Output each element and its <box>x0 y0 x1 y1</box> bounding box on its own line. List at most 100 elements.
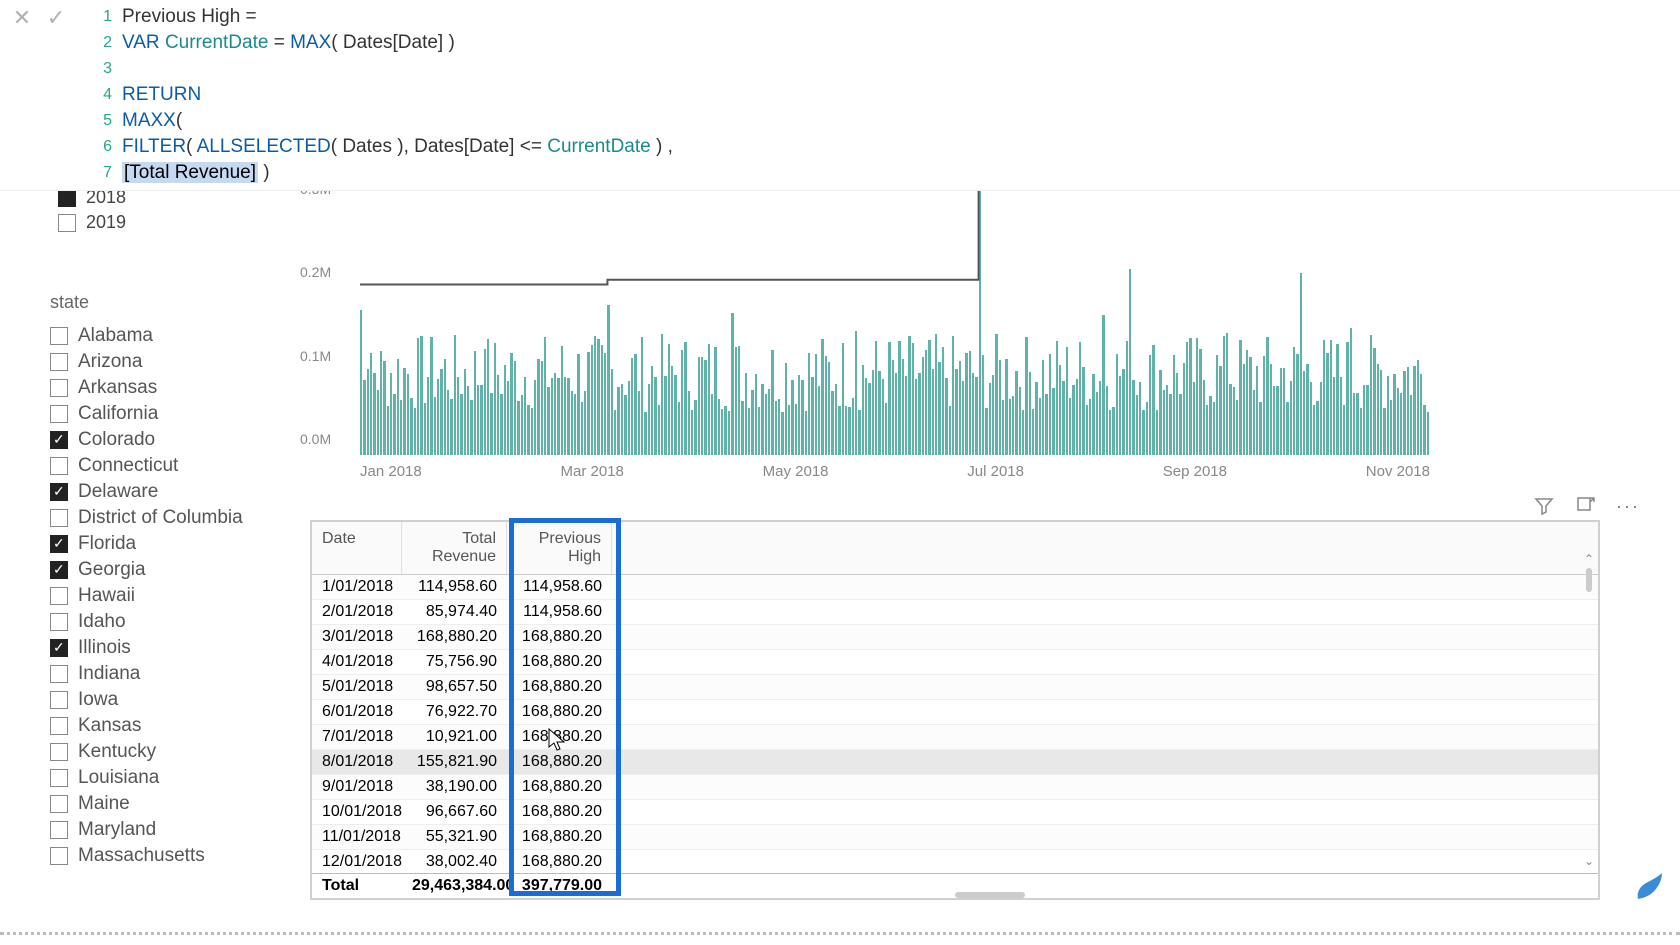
chart-bar[interactable] <box>1116 354 1118 455</box>
chart-bar[interactable] <box>775 401 777 455</box>
chart-bar[interactable] <box>724 406 726 455</box>
chart-bar[interactable] <box>601 345 603 455</box>
chart-bar[interactable] <box>1213 402 1215 455</box>
chart-bar[interactable] <box>1313 405 1315 455</box>
chart-bar[interactable] <box>1039 398 1041 455</box>
chart-bar[interactable] <box>517 401 519 455</box>
chart-bar[interactable] <box>771 350 773 455</box>
chart-bar[interactable] <box>611 369 613 455</box>
scroll-up-icon[interactable]: ⌃ <box>1582 552 1596 566</box>
chart-bar[interactable] <box>1393 374 1395 455</box>
state-item[interactable]: California <box>50 401 280 427</box>
table-visual[interactable]: Date Total Revenue Previous High 1/01/20… <box>310 520 1600 900</box>
chart-bar[interactable] <box>1096 392 1098 455</box>
chart-bar[interactable] <box>641 337 643 455</box>
chart-bar[interactable] <box>845 406 847 455</box>
state-item[interactable]: Louisiana <box>50 765 280 791</box>
chart-bar[interactable] <box>985 408 987 455</box>
chart-bar[interactable] <box>1189 338 1191 455</box>
chart-bar[interactable] <box>1333 377 1335 455</box>
year-item[interactable]: 2019 <box>58 210 126 235</box>
chart-bar[interactable] <box>898 341 900 455</box>
chart-bar[interactable] <box>721 409 723 455</box>
table-row[interactable]: 5/01/201898,657.50168,880.20 <box>312 675 1598 700</box>
state-item[interactable]: Maine <box>50 791 280 817</box>
chart-bar[interactable] <box>765 394 767 455</box>
chart-bar[interactable] <box>674 375 676 455</box>
chart-bar[interactable] <box>1290 381 1292 455</box>
chart-bar[interactable] <box>581 402 583 455</box>
chart-bar[interactable] <box>838 406 840 455</box>
chart-bar[interactable] <box>1346 342 1348 455</box>
chart-bar[interactable] <box>1186 342 1188 455</box>
table-row[interactable]: 2/01/201885,974.40114,958.60 <box>312 600 1598 625</box>
checkbox-icon[interactable] <box>50 795 68 813</box>
chart-bar[interactable] <box>748 408 750 455</box>
chart-bar[interactable] <box>584 391 586 455</box>
chart-bar[interactable] <box>785 363 787 455</box>
chart-bar[interactable] <box>1403 371 1405 455</box>
chart-bar[interactable] <box>949 406 951 455</box>
chart-bar[interactable] <box>999 360 1001 455</box>
formula-editor[interactable]: 1Previous High = 2VAR CurrentDate = MAX(… <box>70 4 1672 186</box>
checkbox-icon[interactable] <box>50 509 68 527</box>
chart-bar[interactable] <box>571 391 573 455</box>
chart-bar[interactable] <box>1179 394 1181 455</box>
chart-bar[interactable] <box>1059 365 1061 455</box>
chart-bar[interactable] <box>607 305 609 455</box>
chart-bar[interactable] <box>882 379 884 455</box>
chart-bar[interactable] <box>1273 386 1275 455</box>
chart-bar[interactable] <box>738 346 740 455</box>
chart-bar[interactable] <box>514 361 516 455</box>
chart-bar[interactable] <box>915 379 917 455</box>
chart-bar[interactable] <box>477 385 479 455</box>
column-header-date[interactable]: Date <box>312 522 402 574</box>
chart-bar[interactable] <box>537 359 539 455</box>
chart-bar[interactable] <box>1280 368 1282 455</box>
chart-bar[interactable] <box>935 334 937 455</box>
chart-bar[interactable] <box>1142 410 1144 455</box>
table-row[interactable]: 4/01/201875,756.90168,880.20 <box>312 650 1598 675</box>
chart-bar[interactable] <box>1407 367 1409 455</box>
chart-bar[interactable] <box>1056 341 1058 455</box>
chart-bar[interactable] <box>547 387 549 455</box>
chart-bar[interactable] <box>795 404 797 455</box>
chart-bar[interactable] <box>908 336 910 455</box>
chart-bar[interactable] <box>487 339 489 455</box>
chart-bar[interactable] <box>711 394 713 455</box>
column-header-previous-high[interactable]: Previous High <box>507 522 612 574</box>
chart-bar[interactable] <box>959 361 961 455</box>
chart-bar[interactable] <box>393 394 395 455</box>
chart-bar[interactable] <box>668 344 670 455</box>
chart-bar[interactable] <box>1360 408 1362 455</box>
chart-bar[interactable] <box>1223 336 1225 455</box>
chart-bar[interactable] <box>1323 340 1325 455</box>
chart-bar[interactable] <box>698 357 700 455</box>
chart-bar[interactable] <box>778 399 780 455</box>
chart-bar[interactable] <box>1109 410 1111 455</box>
chart-bar[interactable] <box>1139 382 1141 456</box>
chart-bar[interactable] <box>745 373 747 455</box>
chart-bar[interactable] <box>1126 341 1128 455</box>
chart-bar[interactable] <box>1366 385 1368 455</box>
chart-bar[interactable] <box>1316 401 1318 455</box>
chart-bar[interactable] <box>424 403 426 455</box>
chart-bar[interactable] <box>1259 402 1261 455</box>
chart-bar[interactable] <box>952 336 954 455</box>
chart-bar[interactable] <box>862 365 864 455</box>
chart-bar[interactable] <box>1203 380 1205 455</box>
state-item[interactable]: Kansas <box>50 713 280 739</box>
chart-bar[interactable] <box>1253 390 1255 455</box>
chart-bar[interactable] <box>751 390 753 455</box>
focus-mode-icon[interactable] <box>1574 494 1598 518</box>
state-item[interactable]: Alabama <box>50 323 280 349</box>
chart-bar[interactable] <box>504 365 506 455</box>
checkbox-icon[interactable] <box>50 613 68 631</box>
chart-bar[interactable] <box>1015 371 1017 455</box>
chart-bar[interactable] <box>1066 347 1068 455</box>
chart-bar[interactable] <box>1219 366 1221 455</box>
chart-bar[interactable] <box>1002 400 1004 455</box>
chart-bar[interactable] <box>1009 399 1011 455</box>
chart-bar[interactable] <box>1025 337 1027 455</box>
chart-bar[interactable] <box>470 400 472 455</box>
